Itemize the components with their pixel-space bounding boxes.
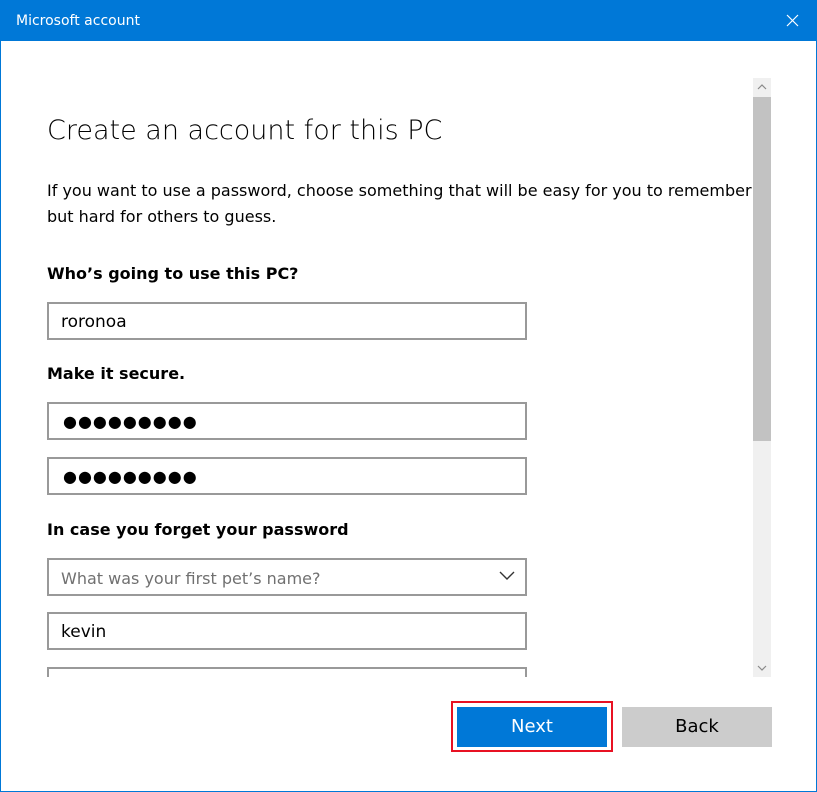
- title-bar: Microsoft account: [1, 1, 816, 41]
- scroll-down-button[interactable]: [753, 660, 771, 677]
- security-answer-value: kevin: [61, 622, 107, 642]
- scrollbar-thumb[interactable]: [753, 97, 771, 441]
- scroll-up-button[interactable]: [753, 78, 771, 95]
- security-answer-input[interactable]: kevin: [47, 612, 527, 650]
- chevron-down-icon: [499, 571, 515, 580]
- username-value: roronoa: [61, 312, 127, 332]
- form-scroll-area: Create an account for this PC If you wan…: [1, 41, 753, 677]
- recovery-label: In case you forget your password: [47, 520, 349, 539]
- microsoft-account-window: Microsoft account Create an account for …: [0, 0, 817, 792]
- password-value: ●●●●●●●●●: [63, 412, 198, 431]
- confirm-password-value: ●●●●●●●●●: [63, 467, 198, 486]
- security-label: Make it secure.: [47, 364, 186, 383]
- password-input[interactable]: ●●●●●●●●●: [47, 402, 527, 440]
- security-question-placeholder: What was your first pet’s name?: [61, 569, 321, 588]
- close-button[interactable]: [770, 1, 816, 41]
- confirm-password-input[interactable]: ●●●●●●●●●: [47, 457, 527, 495]
- window-title: Microsoft account: [16, 13, 140, 29]
- user-label: Who’s going to use this PC?: [47, 264, 299, 283]
- chevron-up-icon: [757, 84, 767, 90]
- next-question-select[interactable]: [47, 667, 527, 677]
- username-input[interactable]: roronoa: [47, 302, 527, 340]
- intro-text: If you want to use a password, choose so…: [47, 181, 752, 226]
- vertical-scrollbar[interactable]: [753, 78, 771, 677]
- close-icon: [786, 14, 799, 27]
- next-button[interactable]: Next: [457, 707, 607, 747]
- back-button[interactable]: Back: [622, 707, 772, 747]
- chevron-down-icon: [757, 665, 767, 671]
- security-question-select[interactable]: What was your first pet’s name?: [47, 558, 527, 596]
- page-title: Create an account for this PC: [47, 115, 443, 146]
